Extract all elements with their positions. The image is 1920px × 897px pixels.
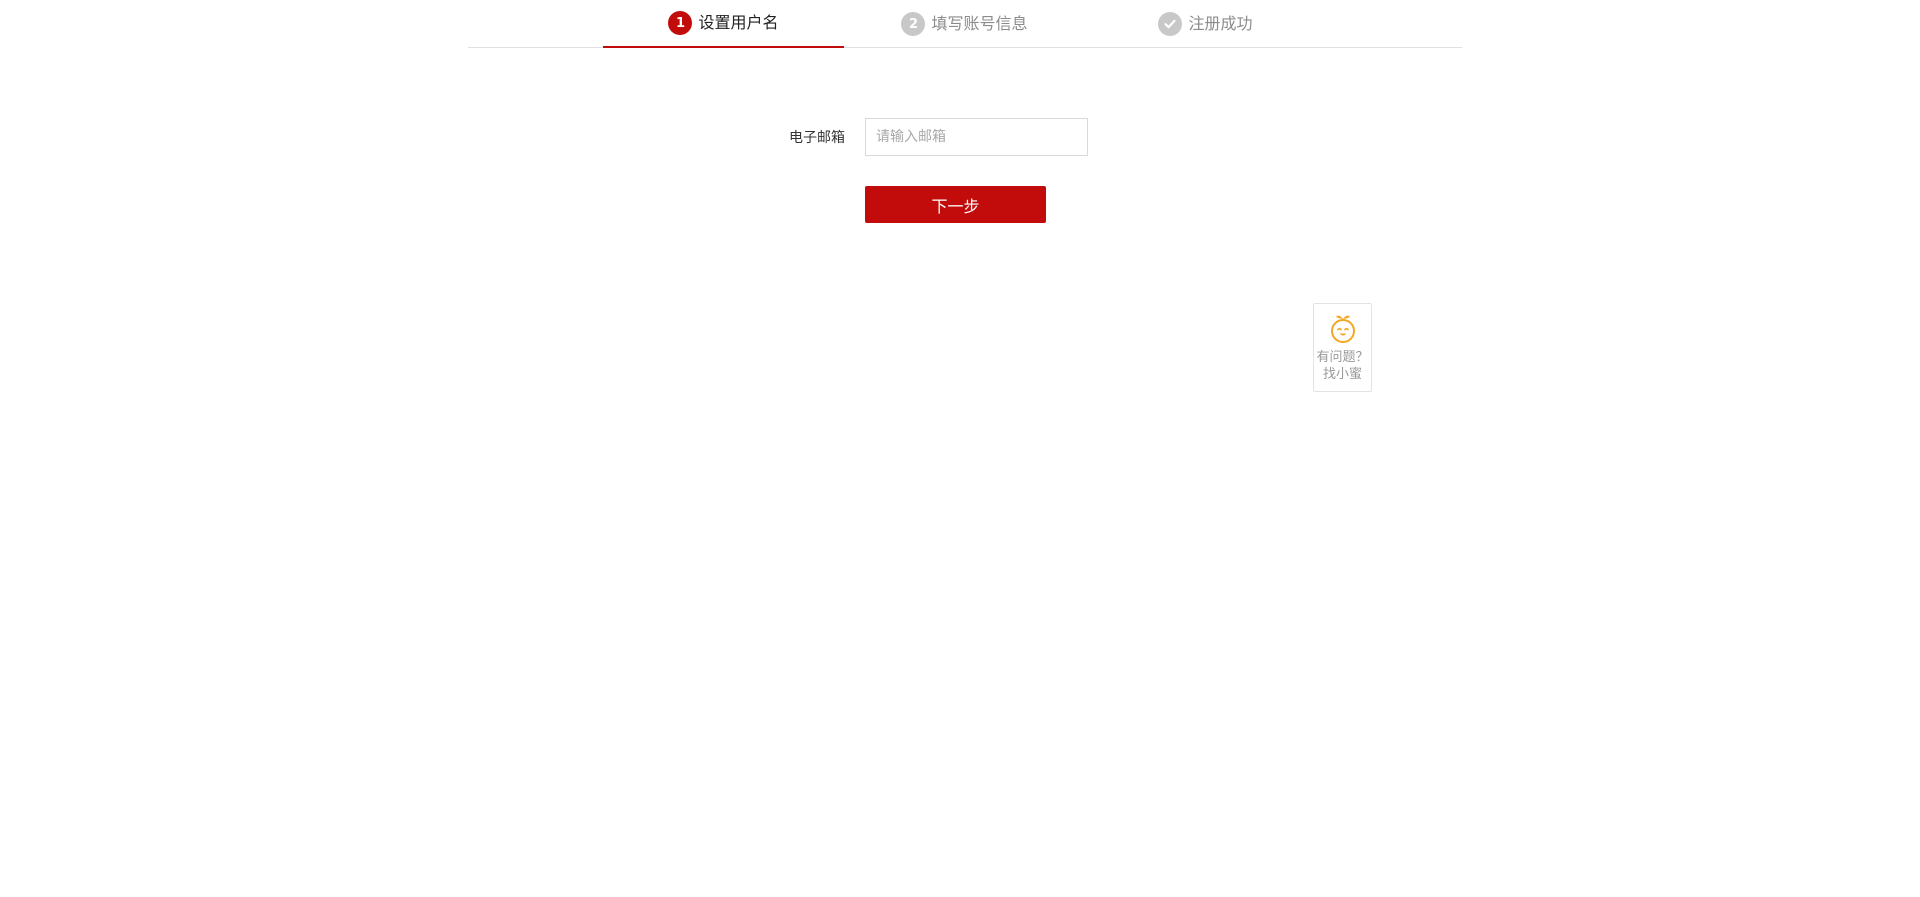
mascot-icon	[1330, 315, 1355, 343]
step-label: 设置用户名	[698, 13, 779, 32]
step-set-username: 1 设置用户名	[603, 0, 844, 48]
step-number-badge: 1	[668, 11, 693, 35]
step-label: 填写账号信息	[931, 14, 1028, 33]
email-input[interactable]	[865, 118, 1088, 156]
step-label: 注册成功	[1188, 14, 1253, 33]
email-label: 电子邮箱	[789, 130, 845, 146]
help-widget[interactable]: 有问题？ 找小蜜	[1313, 303, 1372, 392]
next-step-button[interactable]: 下一步	[865, 186, 1046, 223]
registration-steps: 1 设置用户名 2 填写账号信息 注册成功	[468, 0, 1462, 48]
step-register-success: 注册成功	[1085, 0, 1326, 48]
step-account-info: 2 填写账号信息	[844, 0, 1085, 48]
step-number-badge: 2	[901, 12, 926, 36]
help-text-line2: 找小蜜	[1322, 367, 1362, 382]
help-text: 有问题？ 找小蜜	[1316, 349, 1368, 383]
email-form-row: 电子邮箱	[760, 118, 1088, 156]
check-icon	[1158, 12, 1183, 36]
help-text-line1: 有问题？	[1316, 350, 1369, 365]
